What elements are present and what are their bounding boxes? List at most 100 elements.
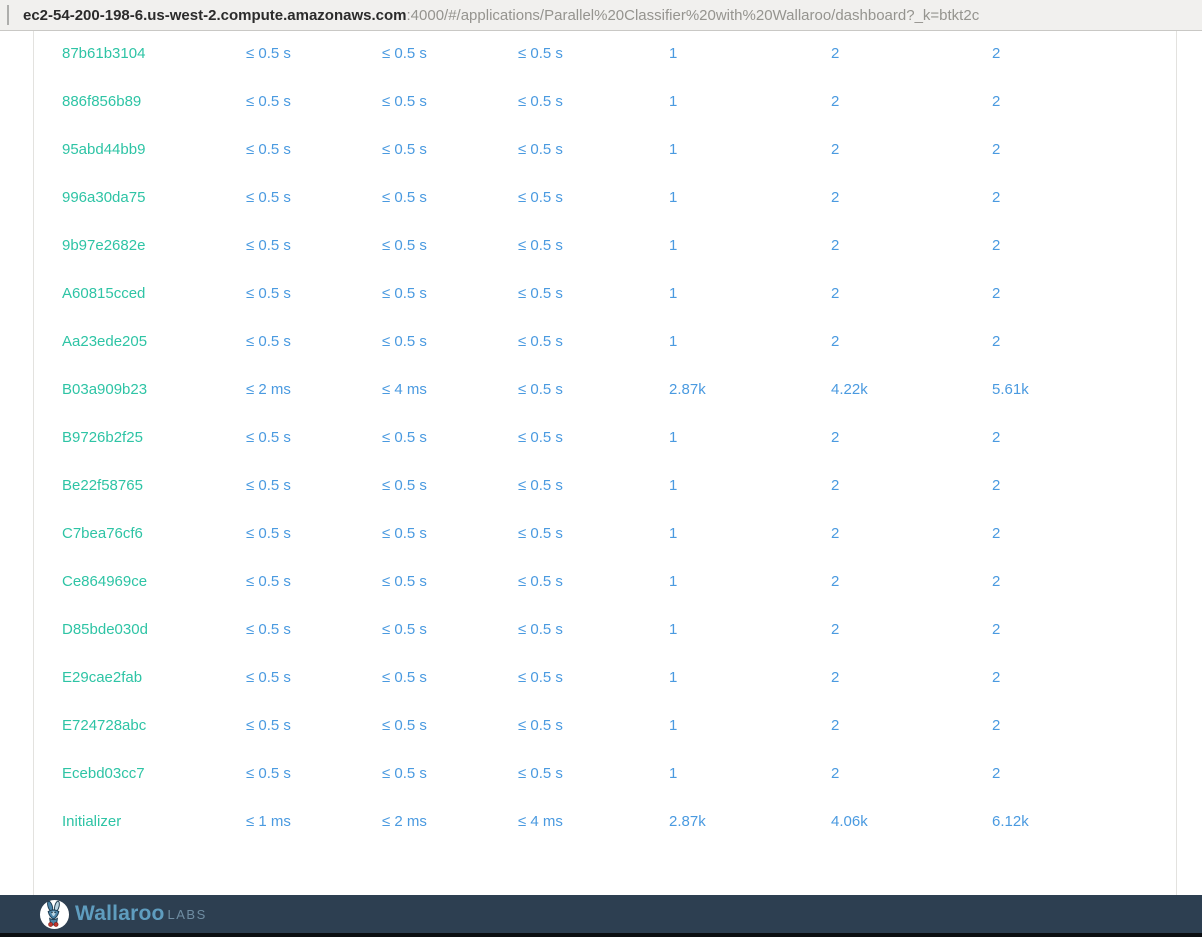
count-value: 2 <box>831 284 840 302</box>
step-name-link[interactable]: Ecebd03cc7 <box>62 765 246 782</box>
latency-value: ≤ 0.5 s <box>382 44 427 62</box>
latency-value: ≤ 0.5 s <box>382 92 427 110</box>
latency-value: ≤ 0.5 s <box>382 716 427 734</box>
brand-suffix: LABS <box>167 906 207 922</box>
latency-value: ≤ 0.5 s <box>518 236 563 254</box>
count-value: 2 <box>992 620 1001 638</box>
latency-value: ≤ 0.5 s <box>246 428 291 446</box>
latency-value: ≤ 1 ms <box>246 812 291 830</box>
latency-value: ≤ 0.5 s <box>518 524 563 542</box>
latency-value: ≤ 0.5 s <box>246 92 291 110</box>
url-domain: ec2-54-200-198-6.us-west-2.compute.amazo… <box>23 6 407 24</box>
count-value: 2 <box>831 668 840 686</box>
latency-value: ≤ 0.5 s <box>518 764 563 782</box>
latency-value: ≤ 0.5 s <box>382 668 427 686</box>
count-value: 2.87k <box>669 812 706 830</box>
step-name-link[interactable]: Initializer <box>62 813 246 830</box>
count-value: 1 <box>669 284 678 302</box>
latency-value: ≤ 2 ms <box>382 812 427 830</box>
table-row: 9b97e2682e ≤ 0.5 s ≤ 0.5 s ≤ 0.5 s122 <box>62 221 1176 269</box>
latency-value: ≤ 0.5 s <box>382 476 427 494</box>
latency-value: ≤ 0.5 s <box>246 44 291 62</box>
count-value: 2 <box>831 236 840 254</box>
count-value: 1 <box>669 572 678 590</box>
count-value: 1 <box>669 764 678 782</box>
step-name-link[interactable]: B03a909b23 <box>62 381 246 398</box>
step-name-link[interactable]: C7bea76cf6 <box>62 525 246 542</box>
count-value: 1 <box>669 140 678 158</box>
latency-value: ≤ 0.5 s <box>518 428 563 446</box>
count-value: 2 <box>992 140 1001 158</box>
step-name-link[interactable]: A60815cced <box>62 285 246 302</box>
count-value: 1 <box>669 188 678 206</box>
count-value: 1 <box>669 44 678 62</box>
latency-value: ≤ 0.5 s <box>518 92 563 110</box>
step-name-link[interactable]: 996a30da75 <box>62 189 246 206</box>
count-value: 1 <box>669 428 678 446</box>
step-name-link[interactable]: 95abd44bb9 <box>62 141 246 158</box>
step-name-link[interactable]: 9b97e2682e <box>62 237 246 254</box>
count-value: 2 <box>992 476 1001 494</box>
dashboard-panel: 87b61b3104 ≤ 0.5 s ≤ 0.5 s ≤ 0.5 s 1 2 2 886f85… <box>33 31 1177 917</box>
count-value: 6.12k <box>992 812 1029 830</box>
count-value: 2 <box>831 332 840 350</box>
count-value: 2 <box>992 92 1001 110</box>
count-value: 2 <box>992 716 1001 734</box>
footer-bottom-strip <box>0 933 1202 937</box>
latency-value: ≤ 0.5 s <box>246 332 291 350</box>
table-row: Ecebd03cc7 ≤ 0.5 s ≤ 0.5 s ≤ 0.5 s122 <box>62 749 1176 797</box>
latency-value: ≤ 0.5 s <box>382 284 427 302</box>
latency-value: ≤ 0.5 s <box>246 476 291 494</box>
latency-value: ≤ 0.5 s <box>382 236 427 254</box>
count-value: 2 <box>992 524 1001 542</box>
main-content: 87b61b3104 ≤ 0.5 s ≤ 0.5 s ≤ 0.5 s 1 2 2 886f85… <box>0 31 1202 917</box>
address-bar[interactable]: ec2-54-200-198-6.us-west-2.compute.amazo… <box>0 0 1202 31</box>
latency-value: ≤ 0.5 s <box>246 188 291 206</box>
count-value: 2 <box>992 332 1001 350</box>
footer-bar: Wallaroo LABS <box>0 895 1202 933</box>
latency-value: ≤ 0.5 s <box>246 140 291 158</box>
latency-value: ≤ 0.5 s <box>246 524 291 542</box>
latency-value: ≤ 0.5 s <box>382 428 427 446</box>
latency-value: ≤ 0.5 s <box>518 668 563 686</box>
table-row: 996a30da75 ≤ 0.5 s ≤ 0.5 s ≤ 0.5 s122 <box>62 173 1176 221</box>
count-value: 2 <box>992 188 1001 206</box>
step-name-link[interactable]: B9726b2f25 <box>62 429 246 446</box>
step-name-link[interactable]: D85bde030d <box>62 621 246 638</box>
url-path: :4000/#/applications/Parallel%20Classifi… <box>406 6 980 24</box>
count-value: 2 <box>831 524 840 542</box>
cursor-tick <box>7 5 9 25</box>
step-name-link[interactable]: E29cae2fab <box>62 669 246 686</box>
count-value: 2 <box>831 92 840 110</box>
latency-value: ≤ 0.5 s <box>246 236 291 254</box>
step-name-link[interactable]: 87b61b3104 <box>62 45 246 62</box>
count-value: 2 <box>992 572 1001 590</box>
count-value: 1 <box>669 524 678 542</box>
latency-value: ≤ 0.5 s <box>382 572 427 590</box>
latency-value: ≤ 0.5 s <box>382 764 427 782</box>
latency-value: ≤ 4 ms <box>382 380 427 398</box>
latency-value: ≤ 0.5 s <box>382 620 427 638</box>
wallaroo-brand: Wallaroo LABS <box>39 899 207 930</box>
latency-value: ≤ 0.5 s <box>518 188 563 206</box>
latency-value: ≤ 0.5 s <box>518 476 563 494</box>
latency-value: ≤ 0.5 s <box>382 140 427 158</box>
latency-value: ≤ 0.5 s <box>246 668 291 686</box>
step-name-link[interactable]: 886f856b89 <box>62 93 246 110</box>
step-name-link[interactable]: Be22f58765 <box>62 477 246 494</box>
stats-table: 87b61b3104 ≤ 0.5 s ≤ 0.5 s ≤ 0.5 s 1 2 2 886f85… <box>34 31 1176 845</box>
table-row: E29cae2fab ≤ 0.5 s ≤ 0.5 s ≤ 0.5 s122 <box>62 653 1176 701</box>
table-row: D85bde030d ≤ 0.5 s ≤ 0.5 s ≤ 0.5 s122 <box>62 605 1176 653</box>
step-name-link[interactable]: Aa23ede205 <box>62 333 246 350</box>
step-name-link[interactable]: E724728abc <box>62 717 246 734</box>
table-row: 886f856b89 ≤ 0.5 s ≤ 0.5 s ≤ 0.5 s122 <box>62 77 1176 125</box>
table-row: C7bea76cf6 ≤ 0.5 s ≤ 0.5 s ≤ 0.5 s122 <box>62 509 1176 557</box>
latency-value: ≤ 0.5 s <box>518 284 563 302</box>
count-value: 1 <box>669 236 678 254</box>
latency-value: ≤ 0.5 s <box>382 188 427 206</box>
count-value: 2 <box>992 764 1001 782</box>
step-name-link[interactable]: Ce864969ce <box>62 573 246 590</box>
latency-value: ≤ 0.5 s <box>246 620 291 638</box>
count-value: 1 <box>669 476 678 494</box>
count-value: 1 <box>669 716 678 734</box>
